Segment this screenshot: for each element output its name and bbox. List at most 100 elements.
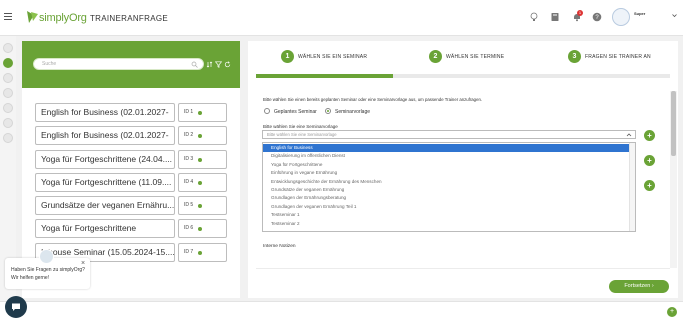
logo-mark-icon [27,11,38,23]
logo-text: simplyOrg [39,12,87,24]
dropdown-option[interactable]: Einführung in vegane Ernährung [263,169,629,177]
rail-item-home-icon[interactable] [3,43,13,53]
list-item[interactable]: Yoga für Fortgeschrittene ID 6 [35,219,227,238]
rail-item-trainer-icon[interactable] [3,58,13,68]
seminar-title[interactable]: English for Business (02.01.2027- [35,103,175,122]
search-placeholder: Suche [42,61,57,67]
bottom-bar [0,301,683,323]
chevron-up-icon[interactable] [626,132,632,138]
step-number: 2 [429,50,442,63]
page-title: TRAINERANFRAGE [90,14,168,23]
rail-item-settings-icon[interactable] [3,133,13,143]
search-input[interactable]: Suche [33,58,204,70]
seminar-id-label: ID 5 [184,202,194,208]
radio-seminar-template[interactable] [325,108,331,114]
status-dot-icon [198,134,202,138]
seminar-title[interactable]: Yoga für Fortgeschrittene [35,219,175,238]
step-label: WÄHLEN SIE TERMINE [446,54,505,60]
seminar-id: ID 4 [178,173,227,192]
radio-planned-seminar[interactable] [264,108,270,114]
seminar-title[interactable]: Yoga für Fortgeschrittene (24.04.... [35,150,175,169]
seminar-title[interactable]: Grundsätze der veganen Ernähru... [35,196,175,215]
logo: simplyOrg [25,9,87,27]
add-icon[interactable]: + [667,307,677,317]
panel-scrollbar[interactable] [670,91,677,268]
user-name[interactable]: Super [634,11,645,16]
dropdown-option[interactable]: Grundlagen der Ernährungsberatung [263,194,629,202]
seminar-id: ID 2 [178,126,227,145]
scrollbar-thumb[interactable] [671,91,676,156]
seminar-id-label: ID 6 [184,225,194,231]
dropdown-option[interactable]: English for Business [263,144,629,153]
template-select[interactable]: Bitte wählen Sie eine Seminarvorlage [262,130,636,139]
divider [256,268,670,269]
dropdown-option[interactable]: Testseminar 2 [263,220,629,228]
status-dot-icon [198,181,202,185]
status-dot-icon [198,227,202,231]
sort-icon[interactable] [206,61,213,68]
progress-bar [256,74,670,78]
seminar-id-label: ID 2 [184,132,194,138]
refresh-icon[interactable] [224,61,231,68]
book-icon[interactable] [550,12,560,22]
step-number: 1 [281,50,294,63]
radio-label[interactable]: Seminarvorlage [335,109,370,115]
chat-agent-avatar [39,249,54,264]
dropdown-option[interactable]: Entwicklungsgeschichte der Ernährung des… [263,178,629,186]
dropdown-option[interactable]: Grundlagen der veganen Ernährung Teil 1 [263,203,629,211]
rail-item-document-icon[interactable] [3,118,13,128]
notes-label: Interne Notizen [263,244,296,249]
add-button[interactable]: + [644,130,655,141]
continue-button[interactable]: Fortsetzen › [609,280,669,293]
chat-bubble-icon [12,303,20,311]
chevron-down-icon[interactable] [672,13,677,18]
chat-message: Haben Sie Fragen zu simplyOrg? Wir helfe… [11,267,85,281]
wizard-panel: 1 WÄHLEN SIE EIN SEMINAR 2 WÄHLEN SIE TE… [248,41,678,298]
seminar-id-label: ID 1 [184,109,194,115]
avatar[interactable] [612,8,630,26]
notification-badge: 1 [577,10,583,16]
seminar-id: ID 7 [178,243,227,262]
rail-item-calendar-icon[interactable] [3,73,13,83]
filter-icon[interactable] [215,61,222,68]
search-band: Suche [22,41,240,88]
continue-label: Fortsetzen [624,283,651,289]
list-item[interactable]: English for Business (02.01.2027- ID 1 [35,103,227,122]
seminar-id-label: ID 3 [184,156,194,162]
dropdown-option[interactable]: Grundsätze der veganen Ernährung [263,186,629,194]
rail-item-chart-icon[interactable] [3,103,13,113]
list-item[interactable]: Yoga für Fortgeschrittene (11.09.... ID … [35,173,227,192]
add-button[interactable]: + [644,180,655,191]
menu-icon[interactable] [4,13,12,21]
dropdown-option[interactable]: Digitalisierung im öffentlichen Dienst [263,152,629,160]
help-icon[interactable]: ? [592,12,602,22]
template-dropdown: English for Business Digitalisierung im ö… [262,142,636,232]
list-item[interactable]: Yoga für Fortgeschrittene (24.04.... ID … [35,150,227,169]
chat-launcher-button[interactable] [5,296,27,318]
search-icon[interactable] [191,61,198,68]
dropdown-scrollbar[interactable] [629,143,635,231]
instruction-text: Bitte wählen Sie einen bereits geplanten… [263,97,483,102]
dropdown-option[interactable]: Yoga für Fortgeschrittene [263,161,629,169]
rail-item-list-icon[interactable] [3,88,13,98]
dropdown-option[interactable]: Testseminar 1 [263,211,629,219]
seminar-id: ID 5 [178,196,227,215]
seminar-title[interactable]: English for Business (02.01.2027- [35,126,175,145]
status-dot-icon [198,111,202,115]
top-bar: simplyOrg TRAINERANFRAGE 1 ? Super [0,0,683,36]
add-button[interactable]: + [644,155,655,166]
status-dot-icon [198,158,202,162]
lightbulb-icon[interactable] [529,12,539,22]
radio-label[interactable]: Geplantes Seminar [274,109,317,115]
seminar-id: ID 6 [178,219,227,238]
step-label: FRAGEN SIE TRAINER AN [585,54,651,60]
progress-fill [256,74,393,78]
select-label: Bitte wählen Sie eine Seminarvorlage [263,124,338,129]
seminar-title[interactable]: Yoga für Fortgeschrittene (11.09.... [35,173,175,192]
seminar-id-label: ID 7 [184,249,194,255]
seminar-id: ID 1 [178,103,227,122]
seminar-id: ID 3 [178,150,227,169]
step-label: WÄHLEN SIE EIN SEMINAR [298,54,368,60]
list-item[interactable]: English for Business (02.01.2027- ID 2 [35,126,227,145]
list-item[interactable]: Grundsätze der veganen Ernähru... ID 5 [35,196,227,215]
